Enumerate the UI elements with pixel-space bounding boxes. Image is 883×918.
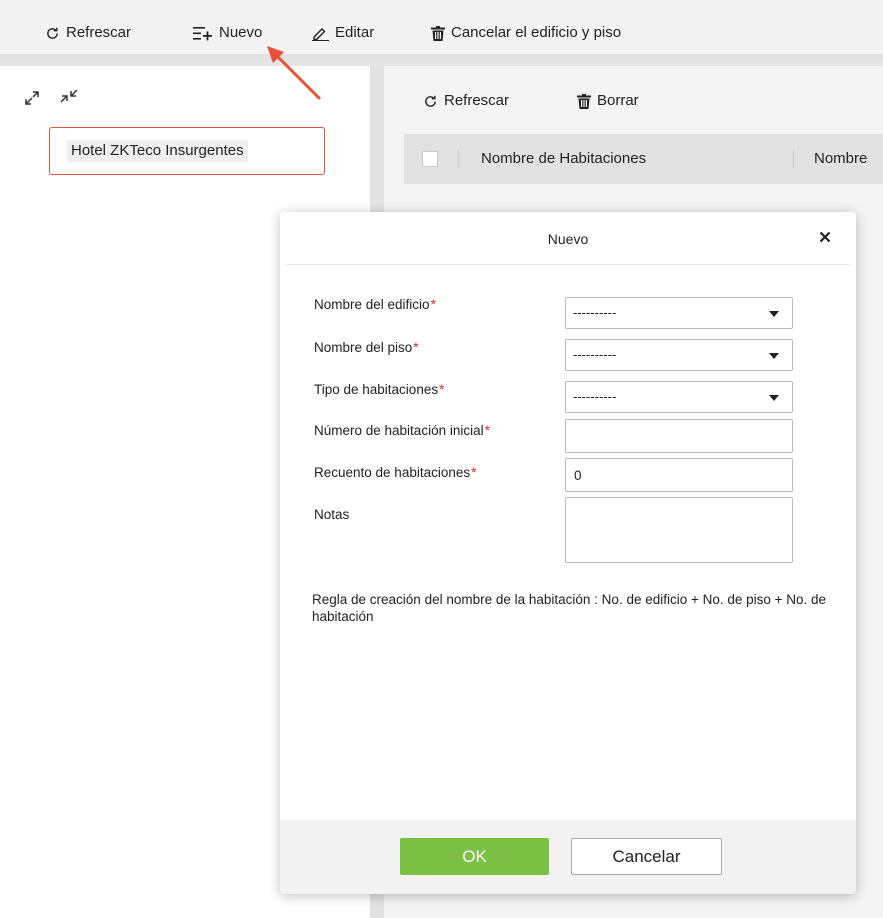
start-number-input[interactable]: [565, 419, 793, 453]
add-list-icon: [193, 26, 212, 40]
cancel-building-label: Cancelar el edificio y piso: [451, 24, 622, 41]
notes-textarea[interactable]: [565, 497, 793, 563]
required-mark: *: [413, 340, 419, 355]
chevron-down-icon: [769, 353, 779, 359]
room-type-select-value: ----------: [573, 389, 617, 404]
refresh-label: Refrescar: [66, 24, 132, 41]
column-divider: [458, 150, 459, 168]
new-room-dialog: Nuevo Nombre del edificio* ---------- No…: [280, 212, 856, 894]
rooms-refresh-button[interactable]: Refrescar: [423, 90, 509, 112]
refresh-icon: [425, 95, 436, 107]
room-count-input[interactable]: [565, 458, 793, 492]
annotation-arrow-icon: [267, 46, 321, 100]
required-mark: *: [430, 297, 436, 312]
required-mark: *: [439, 382, 445, 397]
building-select-value: ----------: [573, 305, 617, 320]
dialog-body: Nombre del edificio* ---------- Nombre d…: [286, 264, 850, 820]
edit-button[interactable]: Editar: [312, 22, 374, 44]
required-mark: *: [471, 465, 477, 480]
refresh-icon: [47, 27, 58, 39]
building-select[interactable]: ----------: [565, 297, 793, 329]
new-label: Nuevo: [219, 24, 263, 41]
notes-field-label: Notas: [314, 507, 350, 522]
delete-button[interactable]: Borrar: [577, 90, 639, 112]
trash-icon: [577, 93, 591, 109]
room-type-field-label: Tipo de habitaciones*: [314, 382, 445, 397]
ok-button[interactable]: OK: [400, 838, 549, 875]
cancel-building-button[interactable]: Cancelar el edificio y piso: [431, 22, 621, 44]
floor-select-value: ----------: [573, 347, 617, 362]
delete-label: Borrar: [597, 92, 639, 109]
column-header-name[interactable]: Nombre: [814, 149, 867, 169]
chevron-down-icon: [769, 311, 779, 317]
room-name-rule-note: Regla de creación del nombre de la habit…: [312, 592, 827, 624]
edit-label: Editar: [335, 24, 375, 41]
tree-node-label: Hotel ZKTeco Insurgentes: [67, 140, 248, 162]
column-header-room-name[interactable]: Nombre de Habitaciones: [481, 149, 646, 169]
pencil-icon: [312, 27, 329, 41]
new-button[interactable]: Nuevo: [193, 22, 262, 44]
dialog-title: Nuevo: [547, 231, 589, 247]
main-toolbar: Refrescar Nuevo Editar Cancelar el edifi…: [0, 0, 883, 60]
collapse-icon[interactable]: [60, 90, 80, 106]
column-divider: [793, 150, 794, 168]
cancel-button[interactable]: Cancelar: [571, 838, 722, 875]
start-number-field-label: Número de habitación inicial*: [314, 423, 490, 438]
close-icon[interactable]: [819, 231, 831, 243]
rooms-table-header: Nombre de Habitaciones Nombre: [404, 134, 883, 184]
floor-field-label: Nombre del piso*: [314, 340, 419, 355]
building-field-label: Nombre del edificio*: [314, 297, 436, 312]
expand-icon[interactable]: [24, 90, 44, 106]
tree-node-hotel[interactable]: Hotel ZKTeco Insurgentes: [49, 127, 325, 175]
floor-select[interactable]: ----------: [565, 339, 793, 371]
dialog-header: Nuevo: [280, 212, 856, 264]
refresh-button[interactable]: Refrescar: [45, 22, 131, 44]
select-all-checkbox[interactable]: [422, 151, 438, 167]
rooms-refresh-label: Refrescar: [444, 92, 510, 109]
dialog-footer: OK Cancelar: [280, 820, 856, 894]
chevron-down-icon: [769, 395, 779, 401]
room-type-select[interactable]: ----------: [565, 381, 793, 413]
required-mark: *: [484, 423, 490, 438]
room-count-field-label: Recuento de habitaciones*: [314, 465, 477, 480]
trash-icon: [431, 25, 445, 41]
